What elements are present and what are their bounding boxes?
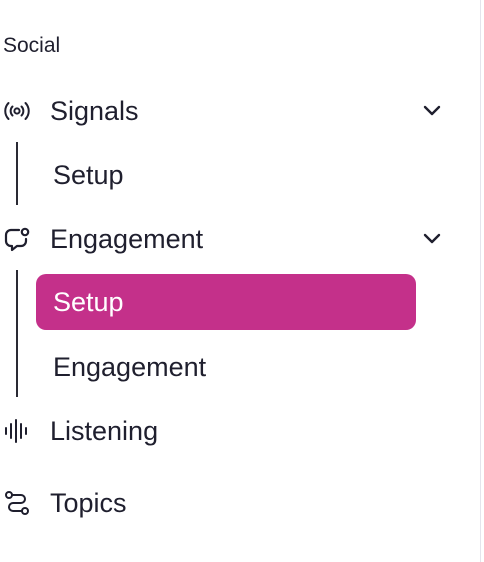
sidebar-group-label: Engagement [50, 224, 204, 254]
sidebar-subitem-label: Setup [53, 160, 124, 190]
tree-connector [16, 270, 18, 397]
broadcast-icon [4, 102, 30, 120]
chat-bubble-icon [4, 227, 30, 252]
sidebar-group-label: Signals [50, 96, 139, 126]
chevron-down-icon[interactable] [421, 227, 443, 249]
sidebar-subitem-signals-setup[interactable]: Setup [36, 147, 416, 203]
sidebar-item-label: Topics [50, 488, 127, 518]
route-icon [5, 491, 29, 515]
sidebar-divider [480, 0, 481, 562]
sidebar-group-engagement[interactable]: Engagement [0, 218, 460, 258]
tree-connector [16, 142, 18, 205]
sidebar-subitem-engagement-setup[interactable]: Setup [36, 274, 416, 330]
section-heading: Social [3, 34, 61, 57]
sidebar: Social Signals Setup Engagement Setup En… [0, 0, 484, 562]
sidebar-item-listening[interactable]: Listening [0, 411, 460, 451]
sidebar-subitem-label: Engagement [53, 352, 207, 382]
chevron-down-icon[interactable] [421, 99, 443, 121]
sidebar-subitem-label: Setup [53, 287, 124, 317]
sidebar-group-signals[interactable]: Signals [0, 90, 460, 130]
sidebar-item-label: Listening [50, 416, 159, 446]
sidebar-item-topics[interactable]: Topics [0, 483, 460, 523]
sidebar-subitem-engagement-engagement[interactable]: Engagement [36, 339, 416, 395]
sound-wave-icon [5, 419, 27, 443]
